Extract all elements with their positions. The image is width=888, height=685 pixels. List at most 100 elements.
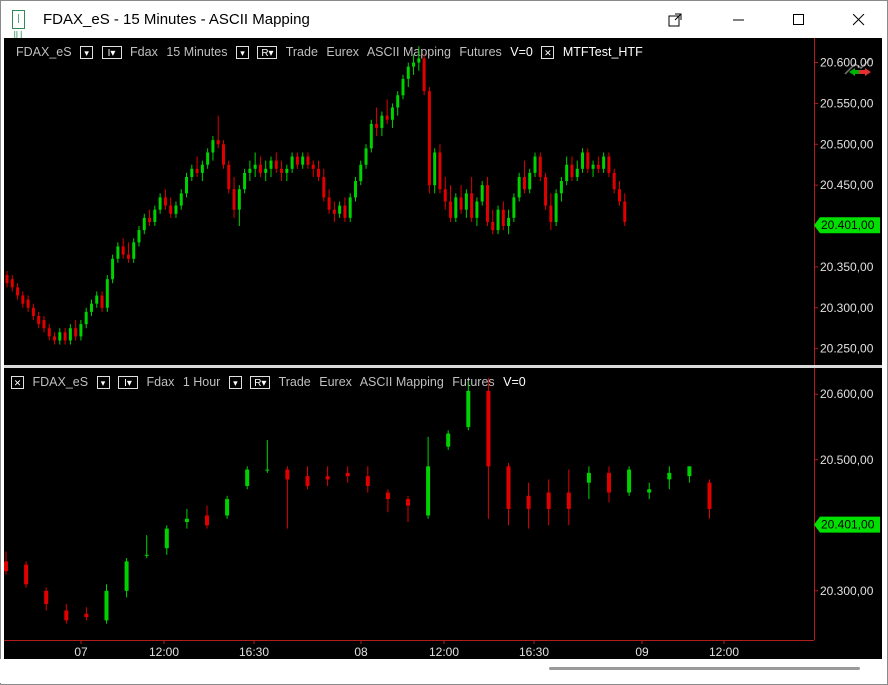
top-candle-body <box>148 217 152 222</box>
top-candle-body <box>179 193 183 206</box>
bottom-candle-body <box>265 469 270 471</box>
top-candle-body <box>586 152 590 169</box>
top-candle-body <box>5 275 9 284</box>
bottom-candle-body <box>4 561 8 572</box>
top-price-label: 20.550,00 <box>820 96 874 110</box>
time-label: 08 <box>354 645 368 659</box>
top-candle-body <box>301 156 305 165</box>
top-candle-body <box>528 172 532 190</box>
top-candle-body <box>211 140 215 153</box>
bottom-candle-body <box>144 554 149 556</box>
maximize-button[interactable] <box>776 1 822 39</box>
top-candle-body <box>559 181 563 194</box>
top-candle-body <box>364 148 368 165</box>
top-candle-body <box>348 197 352 218</box>
top-candle-body <box>290 156 294 169</box>
bottom-candle-body <box>205 515 209 526</box>
window-title: FDAX_eS - 15 Minutes - ASCII Mapping <box>43 11 310 28</box>
top-candle-body <box>58 332 62 341</box>
top-candle-body <box>390 107 394 120</box>
top-candle-body <box>10 279 14 288</box>
bottom-candle-body <box>24 564 29 585</box>
bottom-price-label: 20.500,00 <box>820 453 874 467</box>
bottom-candle-body <box>124 561 129 591</box>
time-label: 16:30 <box>239 645 269 659</box>
top-candle-body <box>596 164 600 169</box>
top-candle-body <box>475 201 479 218</box>
bottom-candle-body <box>707 482 712 509</box>
top-candle-body <box>206 152 210 165</box>
top-candle-body <box>31 307 35 316</box>
close-window-button[interactable] <box>836 1 882 39</box>
top-candle-body <box>89 303 93 312</box>
scrollbar-thumb[interactable] <box>549 667 860 670</box>
bottom-candle-body <box>426 466 431 516</box>
bottom-candle-body <box>245 469 250 486</box>
bottom-candle-body <box>607 472 611 493</box>
top-candle-body <box>258 164 262 173</box>
top-candle-body <box>359 164 363 182</box>
bottom-price-label: 20.600,00 <box>820 387 874 401</box>
top-candle-body <box>63 332 67 341</box>
bottom-candle-body <box>667 472 672 480</box>
top-price-label: 20.450,00 <box>820 178 874 192</box>
top-candle-body <box>480 185 484 202</box>
top-candle-body <box>570 164 574 177</box>
top-candle-body <box>332 209 336 214</box>
bottom-price-label: 20.300,00 <box>820 584 874 598</box>
top-candle-body <box>544 176 548 206</box>
top-candle-body <box>280 168 284 173</box>
top-candle-body <box>248 168 252 173</box>
time-label: 07 <box>74 645 88 659</box>
top-candle-body <box>306 156 310 165</box>
top-candle-body <box>195 168 199 173</box>
chart-app-icon: |‖| <box>12 10 25 41</box>
bottom-candle-body <box>225 499 230 516</box>
top-candle-body <box>95 295 99 304</box>
top-candle-body <box>237 189 241 210</box>
maximize-icon <box>793 14 804 25</box>
title-bar[interactable]: |‖| FDAX_eS - 15 Minutes - ASCII Mapping <box>1 1 887 41</box>
top-candle-body <box>517 176 521 198</box>
top-candle-body <box>396 95 400 108</box>
top-candle-body <box>153 209 157 222</box>
top-last-price-label: 20.401,00 <box>821 218 875 232</box>
top-candle-body <box>512 197 516 218</box>
top-candle-body <box>16 287 20 296</box>
bottom-last-price-label: 20.401,00 <box>821 518 875 532</box>
top-candle-body <box>26 299 30 308</box>
bottom-candle-body <box>84 613 89 618</box>
top-candle-body <box>264 168 268 173</box>
top-candle-body <box>612 172 616 190</box>
top-candle-body <box>53 336 57 341</box>
top-candle-body <box>243 172 247 190</box>
bottom-candle-body <box>64 610 69 621</box>
bottom-candle-body <box>687 466 692 477</box>
top-candle-body <box>190 168 194 177</box>
top-candle-body <box>100 295 104 308</box>
bottom-candlestick-chart[interactable]: 20.600,0020.500,0020.400,0020.300,0020.4… <box>4 368 882 640</box>
top-candle-body <box>274 160 278 169</box>
top-candle-body <box>554 193 558 222</box>
detach-window-button[interactable] <box>652 1 698 39</box>
top-candle-body <box>496 209 500 231</box>
bottom-candle-body <box>466 390 471 427</box>
bottom-candle-body <box>184 518 189 523</box>
top-candle-body <box>42 320 46 329</box>
top-candle-body <box>380 115 384 128</box>
top-candle-body <box>422 58 426 92</box>
horizontal-scrollbar[interactable] <box>0 659 886 683</box>
minimize-button[interactable] <box>716 1 762 39</box>
top-candle-body <box>269 160 273 169</box>
bottom-candle-body <box>627 469 632 493</box>
top-candle-body <box>353 181 357 198</box>
top-candle-body <box>607 156 611 173</box>
top-candle-body <box>433 152 437 186</box>
top-candle-body <box>565 164 569 182</box>
bottom-candle-body <box>566 492 571 509</box>
bottom-candle-body <box>526 495 531 509</box>
top-candle-body <box>507 217 511 227</box>
top-candlestick-chart[interactable]: 20.600,00 20.550,00 20.500,00 20.450,00 20.4… <box>4 38 882 365</box>
close-icon <box>853 14 865 26</box>
top-candle-body <box>174 205 178 214</box>
